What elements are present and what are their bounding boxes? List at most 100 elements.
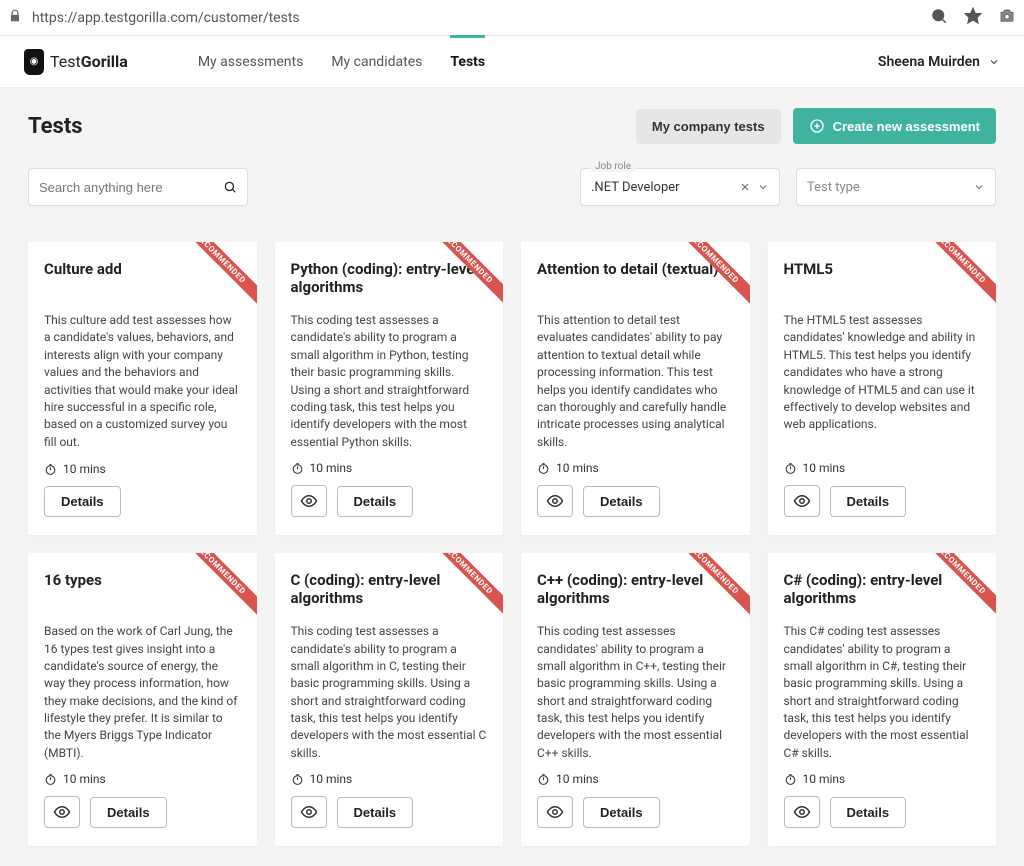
- plus-circle-icon: [809, 118, 825, 134]
- nav-my-assessments[interactable]: My assessments: [198, 38, 304, 86]
- clock-icon: [537, 462, 550, 475]
- nav-my-candidates[interactable]: My candidates: [331, 38, 422, 86]
- card-description: This attention to detail test evaluates …: [537, 312, 734, 451]
- brand-prefix: Test: [50, 52, 81, 71]
- clock-icon: [44, 773, 57, 786]
- browser-search-icon[interactable]: [930, 7, 948, 29]
- preview-button[interactable]: [44, 796, 80, 828]
- user-name: Sheena Muirden: [878, 54, 980, 70]
- card-actions: Details: [291, 485, 488, 517]
- search-box[interactable]: [28, 168, 248, 206]
- card-actions: Details: [537, 796, 734, 828]
- clock-icon: [784, 773, 797, 786]
- test-card: RECOMMENDEDAttention to detail (textual)…: [521, 242, 750, 535]
- browser-url[interactable]: https://app.testgorilla.com/customer/tes…: [32, 10, 920, 26]
- create-assessment-button[interactable]: Create new assessment: [793, 108, 996, 144]
- details-button[interactable]: Details: [583, 797, 660, 828]
- filters-row: Job role .NET Developer Test type: [28, 168, 996, 206]
- test-card: RECOMMENDEDC++ (coding): entry-level alg…: [521, 553, 750, 846]
- preview-button[interactable]: [537, 796, 573, 828]
- card-title: C++ (coding): entry-level algorithms: [537, 571, 734, 607]
- eye-icon: [300, 492, 318, 510]
- card-title: Culture add: [44, 260, 241, 296]
- card-actions: Details: [784, 485, 981, 517]
- test-type-select[interactable]: Test type: [796, 168, 996, 206]
- test-card: RECOMMENDEDC (coding): entry-level algor…: [275, 553, 504, 846]
- main-nav: My assessments My candidates Tests: [198, 38, 485, 86]
- page-title: Tests: [28, 114, 83, 139]
- clear-icon[interactable]: [739, 181, 751, 193]
- card-title: HTML5: [784, 260, 981, 296]
- test-card: RECOMMENDEDC# (coding): entry-level algo…: [768, 553, 997, 846]
- details-button[interactable]: Details: [830, 797, 907, 828]
- details-button[interactable]: Details: [830, 486, 907, 517]
- card-duration: 10 mins: [44, 462, 241, 476]
- brand-logo[interactable]: ◉ TestGorilla: [24, 49, 128, 75]
- preview-button[interactable]: [784, 796, 820, 828]
- nav-tests[interactable]: Tests: [450, 35, 485, 86]
- search-input[interactable]: [39, 180, 215, 195]
- preview-button[interactable]: [291, 796, 327, 828]
- card-actions: Details: [784, 796, 981, 828]
- eye-icon: [300, 803, 318, 821]
- job-role-select[interactable]: Job role .NET Developer: [580, 168, 780, 206]
- my-company-tests-button[interactable]: My company tests: [636, 109, 781, 144]
- clock-icon: [537, 773, 550, 786]
- details-button[interactable]: Details: [90, 797, 167, 828]
- job-role-label: Job role: [591, 161, 635, 172]
- test-type-placeholder: Test type: [807, 180, 973, 195]
- clock-icon: [784, 462, 797, 475]
- site-header: ◉ TestGorilla My assessments My candidat…: [0, 36, 1024, 88]
- card-duration: 10 mins: [537, 772, 734, 786]
- card-description: This culture add test assesses how a can…: [44, 312, 241, 452]
- brand-bold: Gorilla: [81, 52, 128, 71]
- dropdown-caret-icon: [973, 181, 985, 193]
- preview-button[interactable]: [291, 485, 327, 517]
- gorilla-icon: ◉: [24, 49, 44, 75]
- card-title: Attention to detail (textual): [537, 260, 734, 296]
- details-button[interactable]: Details: [337, 797, 414, 828]
- test-card: RECOMMENDEDCulture addThis culture add t…: [28, 242, 257, 535]
- card-title: C (coding): entry-level algorithms: [291, 571, 488, 607]
- card-duration: 10 mins: [784, 461, 981, 475]
- brand-text: TestGorilla: [50, 52, 128, 71]
- test-card: RECOMMENDEDPython (coding): entry-level …: [275, 242, 504, 535]
- lock-icon: [8, 8, 22, 27]
- card-duration: 10 mins: [291, 461, 488, 475]
- dropdown-caret-icon: [757, 181, 769, 193]
- create-assessment-label: Create new assessment: [833, 119, 980, 134]
- card-title: C# (coding): entry-level algorithms: [784, 571, 981, 607]
- card-description: The HTML5 test assesses candidates' know…: [784, 312, 981, 451]
- job-role-value: .NET Developer: [591, 180, 739, 195]
- star-icon[interactable]: [964, 7, 982, 29]
- chevron-down-icon: [988, 56, 1000, 68]
- preview-button[interactable]: [784, 485, 820, 517]
- camera-icon[interactable]: [998, 7, 1016, 29]
- cards-grid: RECOMMENDEDCulture addThis culture add t…: [28, 242, 996, 846]
- test-card: RECOMMENDEDHTML5The HTML5 test assesses …: [768, 242, 997, 535]
- clock-icon: [291, 462, 304, 475]
- eye-icon: [546, 492, 564, 510]
- card-description: This coding test assesses a candidate's …: [291, 312, 488, 451]
- page-head: Tests My company tests Create new assess…: [28, 108, 996, 144]
- eye-icon: [793, 492, 811, 510]
- card-description: This coding test assesses a candidate's …: [291, 623, 488, 762]
- card-actions: Details: [537, 485, 734, 517]
- details-button[interactable]: Details: [44, 486, 121, 517]
- eye-icon: [53, 803, 71, 821]
- card-title: 16 types: [44, 571, 241, 607]
- card-actions: Details: [44, 486, 241, 517]
- search-icon: [223, 178, 237, 196]
- card-description: Based on the work of Carl Jung, the 16 t…: [44, 623, 241, 762]
- card-title: Python (coding): entry-level algorithms: [291, 260, 488, 296]
- eye-icon: [546, 803, 564, 821]
- card-description: This coding test assesses candidates' ab…: [537, 623, 734, 762]
- card-duration: 10 mins: [291, 772, 488, 786]
- preview-button[interactable]: [537, 485, 573, 517]
- details-button[interactable]: Details: [583, 486, 660, 517]
- card-actions: Details: [291, 796, 488, 828]
- user-menu[interactable]: Sheena Muirden: [878, 54, 1000, 70]
- browser-address-bar: https://app.testgorilla.com/customer/tes…: [0, 0, 1024, 36]
- details-button[interactable]: Details: [337, 486, 414, 517]
- card-duration: 10 mins: [784, 772, 981, 786]
